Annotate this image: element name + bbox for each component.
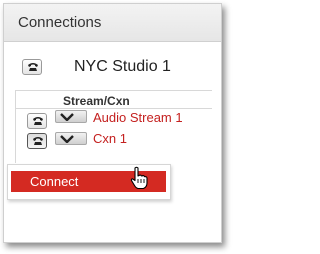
hand-pointer-icon — [130, 166, 148, 190]
stream-phone-button[interactable] — [27, 113, 47, 129]
connect-menu-label: Connect — [30, 174, 79, 189]
chevron-down-icon — [60, 113, 74, 121]
cxn-phone-button[interactable] — [27, 133, 47, 149]
row-label-cxn[interactable]: Cxn 1 — [93, 131, 127, 146]
studio-name: NYC Studio 1 — [74, 58, 171, 75]
connections-panel: Connections NYC Studio 1 Stream/Cxn Audi… — [3, 3, 222, 243]
phone-icon — [33, 117, 43, 125]
stream-table: Stream/Cxn Audio Stream 1 Cxn 1 — [15, 90, 212, 163]
cxn-dropdown-button[interactable] — [55, 132, 87, 145]
column-header-stream-cxn: Stream/Cxn — [63, 94, 130, 108]
phone-icon — [33, 137, 43, 145]
studio-phone-button[interactable] — [22, 59, 42, 75]
row-label-audio-stream[interactable]: Audio Stream 1 — [93, 110, 183, 125]
panel-header: Connections — [4, 4, 221, 42]
chevron-down-icon — [60, 135, 74, 143]
stream-dropdown-button[interactable] — [55, 110, 87, 123]
panel-title: Connections — [18, 14, 102, 31]
phone-icon — [28, 63, 38, 71]
header-divider — [16, 108, 212, 109]
